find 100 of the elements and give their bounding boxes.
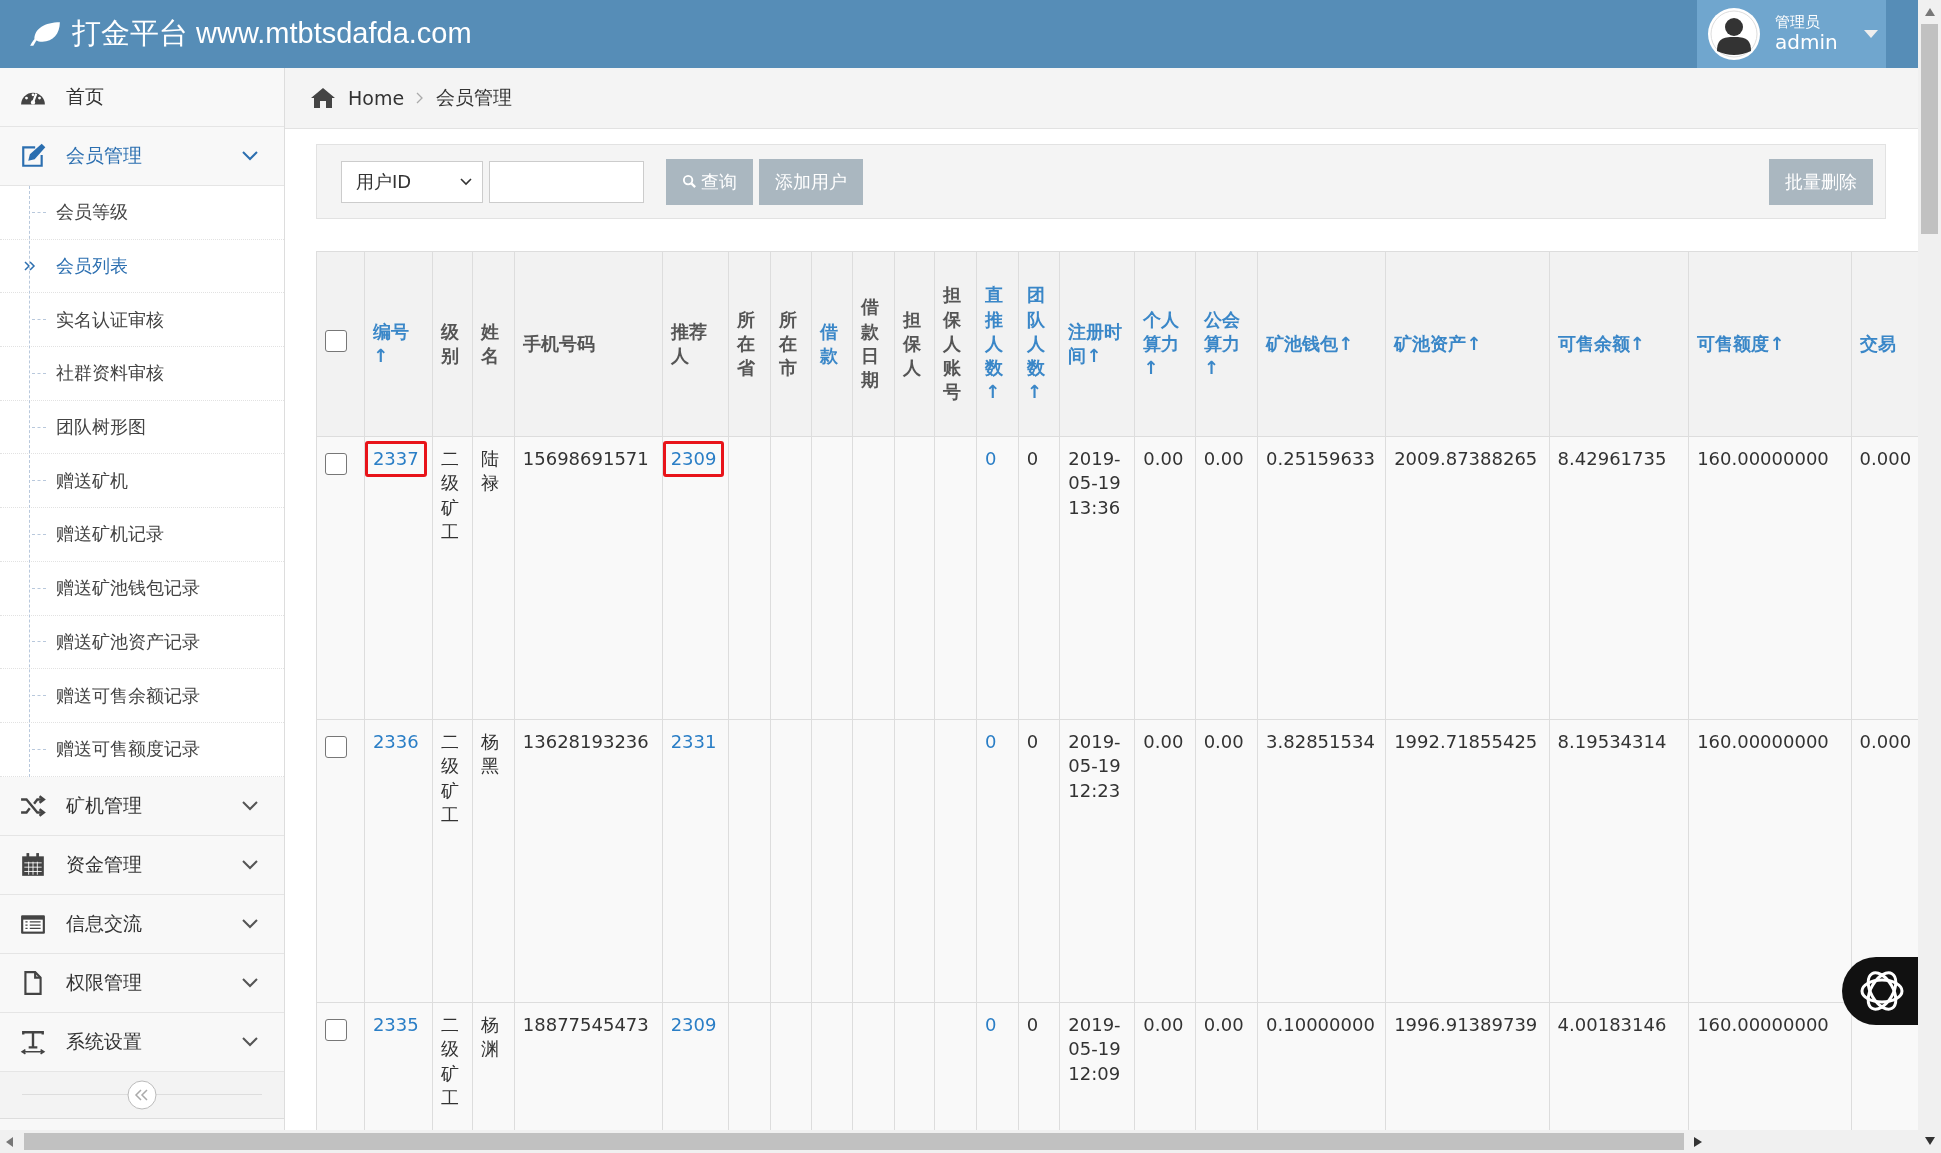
- site-title: 打金平台 www.mtbtsdafda.com: [72, 16, 472, 51]
- search-field[interactable]: [489, 160, 644, 203]
- table-cell: 0.25159633: [1266, 448, 1375, 469]
- table-link[interactable]: 0: [977, 724, 1005, 761]
- home-icon: [310, 87, 336, 109]
- scrollbar-thumb[interactable]: [1921, 24, 1938, 234]
- table-cell: 18877545473: [522, 1014, 649, 1035]
- nav-item[interactable]: 系统设置: [0, 1012, 284, 1072]
- collapse-button[interactable]: [127, 1079, 157, 1110]
- submenu-item[interactable]: 实名认证审核: [56, 307, 164, 332]
- calendar-icon: [20, 851, 46, 878]
- column-header[interactable]: 交易: [1851, 251, 1918, 437]
- scroll-left-icon[interactable]: [6, 1136, 14, 1147]
- table-cell: 二级矿工: [440, 731, 459, 825]
- table-cell: 0.00: [1143, 448, 1184, 469]
- column-header[interactable]: 编号↑: [364, 251, 433, 437]
- column-header[interactable]: 注册时间↑: [1059, 251, 1135, 437]
- table-cell: 8.42961735: [1557, 448, 1667, 469]
- column-header[interactable]: 个人算力↑: [1134, 251, 1196, 437]
- submenu-item[interactable]: 会员等级: [56, 200, 128, 225]
- submenu-item[interactable]: 会员列表: [56, 254, 128, 279]
- submenu-item[interactable]: 社群资料审核: [56, 361, 164, 386]
- submenu-item[interactable]: 赠送矿机记录: [56, 522, 164, 547]
- caret-icon: [1863, 30, 1878, 38]
- double-chevron-icon: [24, 260, 36, 273]
- table-cell: 2019-05-19 12:09: [1068, 1014, 1121, 1084]
- submenu-item[interactable]: 团队树形图: [56, 415, 146, 440]
- scroll-up-icon[interactable]: [1924, 8, 1935, 16]
- chevron-down-icon: [460, 177, 472, 186]
- submenu-item[interactable]: 赠送可售余额记录: [56, 683, 200, 708]
- chevron-right-icon: [416, 92, 425, 104]
- table-cell: 0: [1026, 448, 1039, 469]
- nav-item[interactable]: 权限管理: [0, 953, 284, 1013]
- column-header: 推荐人: [662, 251, 729, 437]
- user-name: admin: [1775, 31, 1838, 55]
- column-header: 姓名: [472, 251, 515, 437]
- column-header[interactable]: 矿池资产↑: [1385, 251, 1550, 437]
- table-cell: 杨黑: [481, 731, 500, 777]
- column-header[interactable]: 可售额度↑: [1688, 251, 1852, 437]
- nav-item[interactable]: 首页: [0, 68, 284, 127]
- column-header[interactable]: 借款: [811, 251, 853, 437]
- select-all-checkbox[interactable]: [325, 329, 347, 352]
- table-cell: 4.00183146: [1557, 1014, 1667, 1035]
- column-header[interactable]: 可售余额↑: [1549, 251, 1689, 437]
- table-link[interactable]: 0: [977, 1007, 1005, 1044]
- user-role: 管理员: [1775, 13, 1821, 32]
- chevron-down-icon: [242, 1036, 258, 1047]
- edit-icon: [20, 143, 46, 169]
- column-header: 所在省: [728, 251, 771, 437]
- column-header[interactable]: 直推人数↑: [976, 251, 1019, 437]
- submenu-item[interactable]: 赠送矿池资产记录: [56, 629, 200, 654]
- nav-item[interactable]: 矿机管理: [0, 776, 284, 836]
- row-checkbox[interactable]: [325, 1019, 347, 1041]
- table-cell: 0.10000000: [1266, 1014, 1375, 1035]
- table-link[interactable]: 2336: [364, 724, 427, 761]
- table-link[interactable]: 0: [977, 441, 1005, 478]
- table-cell: 160.00000000: [1697, 731, 1829, 752]
- table-cell: 0.00: [1203, 448, 1244, 469]
- filter-select[interactable]: 用户ID: [341, 160, 483, 203]
- table-cell: 2009.87388265: [1394, 448, 1538, 469]
- table-cell: 二级矿工: [440, 448, 459, 542]
- row-checkbox[interactable]: [325, 453, 347, 475]
- scroll-right-icon[interactable]: [1694, 1136, 1702, 1147]
- table-cell: 0.000: [1859, 731, 1912, 752]
- vertical-scrollbar[interactable]: [1918, 0, 1941, 1153]
- column-header: 担保人: [894, 251, 935, 437]
- table-cell: 160.00000000: [1697, 448, 1829, 469]
- table-link[interactable]: 2337: [364, 441, 427, 478]
- nav-item[interactable]: 信息交流: [0, 894, 284, 954]
- chevron-down-icon: [242, 800, 258, 811]
- avatar-icon: [1707, 7, 1761, 61]
- table-cell: 3.82851534: [1266, 731, 1375, 752]
- table-cell: 0.00: [1143, 1014, 1184, 1035]
- table-link[interactable]: 2309: [662, 441, 725, 478]
- nav-item[interactable]: 资金管理: [0, 835, 284, 895]
- column-header: 担保人账号: [934, 251, 977, 437]
- table-cell: 160.00000000: [1697, 1014, 1829, 1035]
- submenu-item[interactable]: 赠送矿机: [56, 468, 128, 493]
- breadcrumb-item[interactable]: Home: [348, 87, 405, 109]
- column-header[interactable]: 公会算力↑: [1195, 251, 1258, 437]
- column-header[interactable]: 团队人数↑: [1018, 251, 1060, 437]
- chevron-down-icon: [242, 151, 258, 161]
- table-cell: 1996.91389739: [1394, 1014, 1538, 1035]
- table-cell: 二级矿工: [440, 1014, 459, 1108]
- column-header: 级别: [432, 251, 473, 437]
- row-checkbox[interactable]: [325, 736, 347, 758]
- table-cell: 杨渊: [481, 1014, 500, 1060]
- submenu-item[interactable]: 赠送矿池钱包记录: [56, 576, 200, 601]
- table-cell: 0.00: [1203, 1014, 1244, 1035]
- submenu-item[interactable]: 赠送可售额度记录: [56, 737, 200, 762]
- horizontal-scrollbar[interactable]: [0, 1130, 1918, 1153]
- table-cell: 13628193236: [522, 731, 649, 752]
- search-icon: [682, 174, 697, 189]
- column-header: 借款日期: [852, 251, 895, 437]
- column-header[interactable]: 矿池钱包↑: [1257, 251, 1386, 437]
- table-cell: 8.19534314: [1557, 731, 1667, 752]
- user-menu[interactable]: 管理员 admin: [1697, 0, 1886, 68]
- table-link[interactable]: 2331: [662, 724, 725, 761]
- scroll-down-icon[interactable]: [1924, 1137, 1935, 1145]
- chevron-down-icon: [242, 977, 258, 988]
